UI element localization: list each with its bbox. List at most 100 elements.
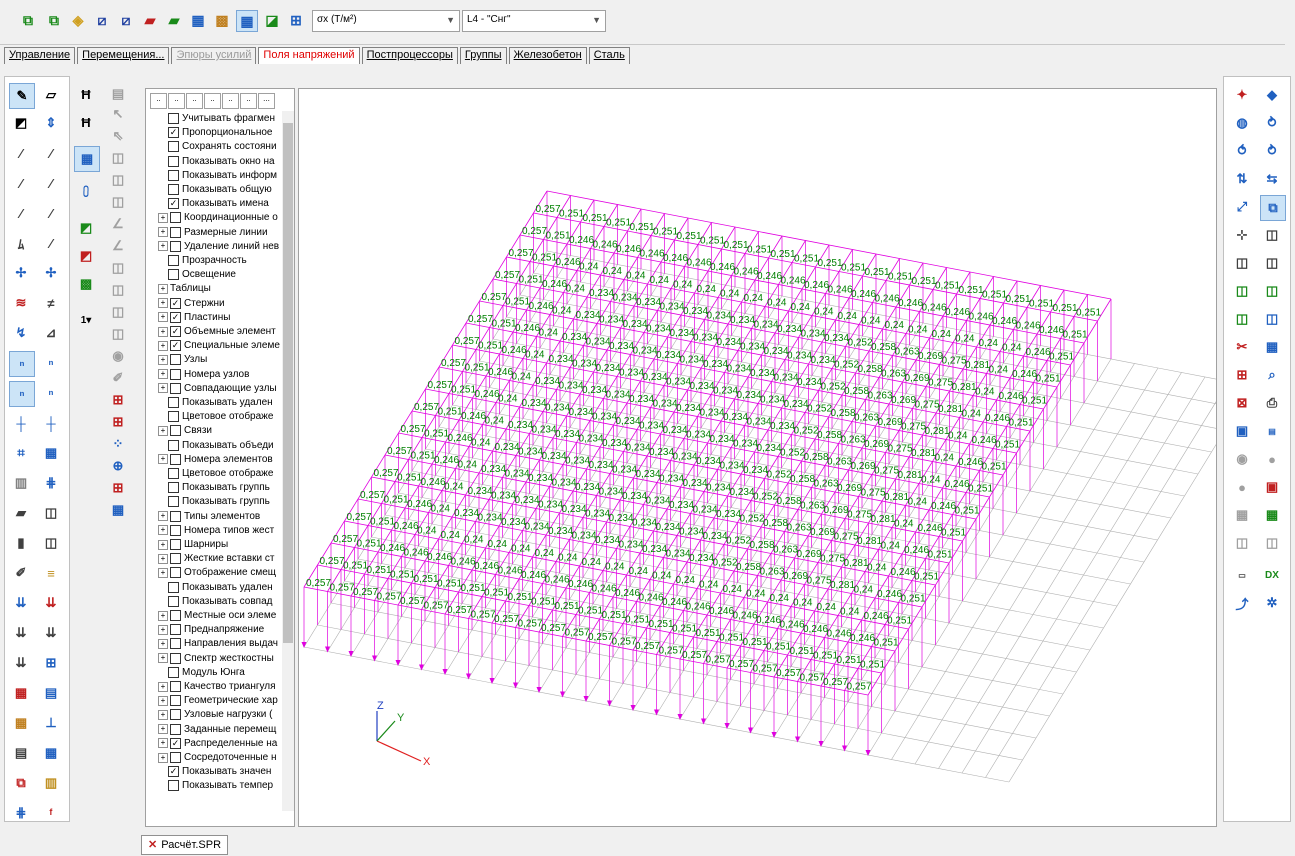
section-2-icon[interactable]: ▦ <box>39 741 63 765</box>
view-shape-icon[interactable]: ◆ <box>1260 83 1284 107</box>
color-map-icon[interactable]: ▩ <box>212 10 232 30</box>
tree-item[interactable]: + Преднапряжение <box>158 624 288 636</box>
tab-reinforced-concrete[interactable]: Железобетон <box>508 47 587 64</box>
tree-checkbox[interactable] <box>170 368 181 380</box>
tree-checkbox[interactable]: ✓ <box>170 326 181 337</box>
box-blue-icon[interactable]: ◫ <box>1260 307 1284 331</box>
table-g-icon[interactable]: ⊥ <box>39 711 63 735</box>
eraser-icon[interactable]: ▱ <box>39 83 63 107</box>
tree-checkbox[interactable] <box>168 666 179 678</box>
tree-checkbox[interactable] <box>170 681 181 692</box>
box-3d-2-icon[interactable]: ◫ <box>106 168 130 192</box>
filter-5-icon[interactable]: ⁄ <box>9 201 33 225</box>
tree-item[interactable]: + Совпадающие узлы <box>158 382 288 395</box>
tree-checkbox[interactable] <box>170 425 181 437</box>
tree-item[interactable]: + Номера типов жест <box>158 524 288 537</box>
tree-item[interactable]: Показывать темпер <box>158 780 288 792</box>
view-xy-icon[interactable]: ⇆ <box>1260 167 1284 191</box>
tree-item[interactable]: + Координационные о <box>158 212 288 224</box>
box-iso-icon[interactable]: ◫ <box>1260 279 1284 303</box>
axis-z-icon[interactable]: ⇕ <box>39 111 63 135</box>
split-icon[interactable]: ⊕ <box>106 454 130 478</box>
tree-item[interactable]: ✓ Пропорциональное <box>158 127 288 139</box>
cross-2-icon[interactable]: ✢ <box>39 261 63 285</box>
cut-icon[interactable]: ✂ <box>1230 335 1254 359</box>
grid-green-icon[interactable]: ▦ <box>1260 503 1284 527</box>
tree-item[interactable]: Показывать общую <box>158 184 288 196</box>
tree-checkbox[interactable] <box>170 354 181 366</box>
tree-item[interactable]: + Размерные линии <box>158 226 288 239</box>
tree-level-2-button[interactable]: .. <box>168 93 185 109</box>
tree-item[interactable]: Показывать удален <box>158 397 288 409</box>
tab-stress-fields[interactable]: Поля напряжений <box>258 47 360 64</box>
disabled-3-icon[interactable]: ● <box>1230 475 1254 499</box>
mesh-load-icon[interactable]: ⧉ <box>9 771 33 795</box>
grid-hatch-icon[interactable]: ⋕ <box>39 471 63 495</box>
filter-7-icon[interactable]: ⁄ <box>39 231 63 255</box>
layers-icon[interactable]: ≡ <box>39 561 63 585</box>
expand-icon[interactable]: + <box>158 425 168 436</box>
tree-item[interactable]: + Удаление линий нев <box>158 240 288 253</box>
tree-checkbox[interactable] <box>168 169 179 181</box>
tree-checkbox[interactable] <box>170 453 181 465</box>
tree-item[interactable]: + Заданные перемещ <box>158 723 288 736</box>
tree-item[interactable]: + ✓ Объемные элемент <box>158 326 288 338</box>
model-canvas[interactable]: 0,2570,2570,2570,2570,2570,2570,2570,257… <box>299 89 1216 826</box>
tree-item[interactable]: + Типы элементов <box>158 510 288 523</box>
tree-checkbox[interactable] <box>170 610 181 621</box>
pencil-icon[interactable]: ✎ <box>9 83 35 109</box>
tree-item[interactable]: Цветовое отображе <box>158 468 288 480</box>
tree-level-1-button[interactable]: .. <box>150 93 167 109</box>
expand-icon[interactable]: + <box>158 283 168 294</box>
dx-icon[interactable]: DX <box>1260 563 1284 587</box>
angle-1-icon[interactable]: ∠ <box>106 212 130 236</box>
tree-checkbox[interactable] <box>170 695 181 707</box>
tree-checkbox[interactable] <box>168 155 179 167</box>
angle-2-icon[interactable]: ∠ <box>106 234 130 258</box>
view-xy-axes-icon[interactable]: ⊹ <box>1230 223 1254 247</box>
expand-icon[interactable]: + <box>158 227 168 238</box>
tree-item[interactable]: + Таблицы <box>158 283 288 295</box>
expand-icon[interactable]: + <box>158 738 168 749</box>
frame-red-icon[interactable]: ▣ <box>1260 475 1284 499</box>
table-icon[interactable]: ▦ <box>188 10 208 30</box>
grid-sum-icon[interactable]: ▥ <box>39 771 63 795</box>
tree-item[interactable]: + Узлы <box>158 354 288 366</box>
rotate-z-icon[interactable]: ⥁ <box>1260 139 1284 163</box>
mesh-display-icon[interactable]: ▦ <box>74 146 100 172</box>
font-1-icon[interactable]: Ħ <box>74 82 98 106</box>
tree-checkbox[interactable] <box>168 397 179 408</box>
load-selector[interactable]: L4 - "Снг" ▼ <box>462 10 606 32</box>
tree-checkbox[interactable] <box>170 638 181 650</box>
expand-icon[interactable]: + <box>158 724 168 735</box>
tree-item[interactable]: Учитывать фрагмен <box>158 113 288 125</box>
view-iso-icon[interactable]: ⤢ <box>1230 195 1254 219</box>
rotate-y-icon[interactable]: ⥀ <box>1230 139 1254 163</box>
tree-checkbox[interactable] <box>168 269 179 281</box>
cursor-icon[interactable]: ⇖ <box>106 124 130 148</box>
box-3d-3-icon[interactable]: ◫ <box>106 190 130 214</box>
grid-node-1-icon[interactable]: ┼ <box>9 411 33 435</box>
orbit-icon[interactable]: ◍ <box>1230 111 1254 135</box>
box-icon[interactable]: ◫ <box>39 501 63 525</box>
filter-1-icon[interactable]: ⁄ <box>9 141 33 165</box>
tree-item[interactable]: Показывать группь <box>158 496 288 508</box>
tree-checkbox[interactable] <box>170 567 181 579</box>
tree-checkbox[interactable] <box>168 780 179 792</box>
stress-mxy-icon[interactable]: ▰ <box>140 10 160 30</box>
tree-checkbox[interactable]: ✓ <box>168 127 179 139</box>
tree-item[interactable]: Показывать удален <box>158 581 288 594</box>
tree-item[interactable]: + Жесткие вставки ст <box>158 553 288 565</box>
building-icon[interactable]: ▥ <box>9 471 33 495</box>
expand-icon[interactable]: + <box>158 624 168 635</box>
tree-item[interactable]: + Спектр жесткостны <box>158 652 288 665</box>
chart-2-icon[interactable]: ▤ <box>39 681 63 705</box>
tree-checkbox[interactable] <box>170 652 181 664</box>
expand-icon[interactable]: + <box>158 681 168 692</box>
tree-item[interactable]: + Сосредоточенные н <box>158 752 288 764</box>
tree-item[interactable]: + Отображение смещ <box>158 567 288 579</box>
tree-item[interactable]: + Направления выдач <box>158 638 288 650</box>
report-icon[interactable]: ▦ <box>106 498 130 522</box>
view-z-icon[interactable]: ⇅ <box>1230 167 1254 191</box>
tree-item[interactable]: ✓ Показывать значен <box>158 766 288 778</box>
